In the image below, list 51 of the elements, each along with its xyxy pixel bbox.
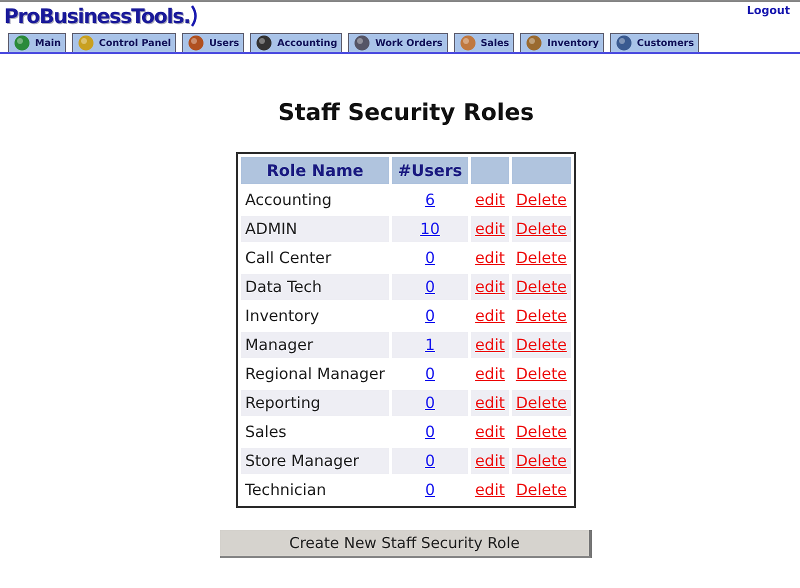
delete-link[interactable]: Delete	[516, 307, 567, 325]
role-name-cell-text: Sales	[244, 422, 288, 443]
nav-tab[interactable]: Accounting	[250, 33, 342, 52]
role-name-cell: Reporting	[241, 390, 389, 416]
logo-text: ProBusinessTools.	[4, 4, 190, 28]
edit-link[interactable]: edit	[475, 423, 505, 441]
user-count-link[interactable]: 0	[425, 278, 435, 296]
delete-link[interactable]: Delete	[516, 365, 567, 383]
user-count-link[interactable]: 0	[425, 394, 435, 412]
role-name-cell-text: Call Center	[244, 248, 332, 269]
user-count-link[interactable]: 0	[425, 307, 435, 325]
role-name-cell-text: Accounting	[244, 190, 333, 211]
user-count-link[interactable]: 6	[425, 191, 435, 209]
column-header	[512, 157, 571, 184]
role-name-cell: Store Manager	[241, 448, 389, 474]
user-count-link[interactable]: 1	[425, 336, 435, 354]
edit-link[interactable]: edit	[475, 365, 505, 383]
role-name-cell-text: Technician	[244, 480, 328, 501]
nav-tab[interactable]: Customers	[610, 33, 699, 52]
nav-tab[interactable]: Users	[182, 33, 244, 52]
edit-link[interactable]: edit	[475, 307, 505, 325]
user-count-link[interactable]: 0	[425, 452, 435, 470]
role-name-cell-text: Inventory	[244, 306, 320, 327]
nav-tab[interactable]: Main	[8, 33, 66, 52]
role-name-cell: ADMIN	[241, 216, 389, 242]
create-role-button[interactable]: Create New Staff Security Role	[220, 530, 592, 558]
edit-link[interactable]: edit	[475, 249, 505, 267]
logo-swoosh-icon	[190, 5, 199, 27]
nav-tab[interactable]: Control Panel	[72, 33, 176, 52]
nav-tab[interactable]: Inventory	[520, 33, 604, 52]
delete-link[interactable]: Delete	[516, 481, 567, 499]
column-header: #Users	[392, 157, 468, 184]
logout-link[interactable]: Logout	[746, 4, 790, 17]
delete-link[interactable]: Delete	[516, 249, 567, 267]
column-header: Role Name	[241, 157, 389, 184]
edit-link[interactable]: edit	[475, 191, 505, 209]
role-name-cell: Data Tech	[241, 274, 389, 300]
role-name-cell-text: Regional Manager	[244, 364, 386, 385]
user-count-link[interactable]: 0	[425, 249, 435, 267]
column-header	[471, 157, 509, 184]
user-count-link[interactable]: 0	[425, 423, 435, 441]
user-count-link[interactable]: 0	[425, 481, 435, 499]
delete-link[interactable]: Delete	[516, 191, 567, 209]
page-title: Staff Security Roles	[277, 100, 535, 126]
nav-tab[interactable]: Sales	[454, 33, 514, 52]
user-count-link[interactable]: 0	[425, 365, 435, 383]
nav-tab[interactable]: Work Orders	[348, 33, 448, 52]
role-name-cell: Manager	[241, 332, 389, 358]
user-count-link[interactable]: 10	[420, 220, 440, 238]
edit-link[interactable]: edit	[475, 481, 505, 499]
delete-link[interactable]: Delete	[516, 423, 567, 441]
